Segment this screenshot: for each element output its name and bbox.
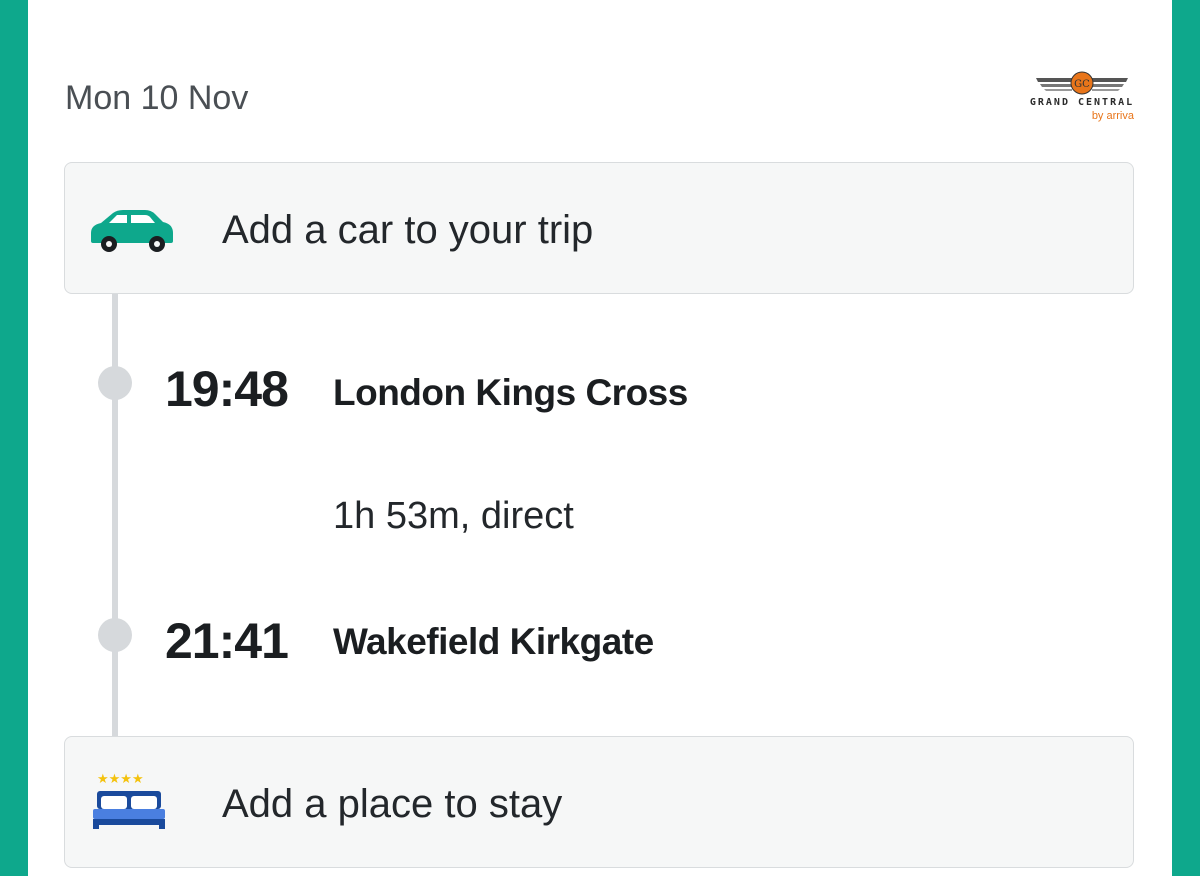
departure-dot	[98, 366, 132, 400]
departure-time: 19:48	[165, 361, 289, 417]
add-car-card[interactable]: Add a car to your trip	[64, 162, 1134, 294]
add-place-to-stay-label: Add a place to stay	[222, 782, 563, 826]
timeline-line	[112, 294, 118, 736]
operator-name: GRAND CENTRAL	[1029, 97, 1135, 108]
add-car-label: Add a car to your trip	[222, 208, 594, 252]
logo-monogram: GC	[1074, 79, 1090, 90]
grand-central-wings-icon: GC	[1036, 71, 1128, 95]
trip-date: Mon 10 Nov	[65, 79, 249, 117]
operator-sub: by arriva	[1091, 110, 1134, 122]
journey-summary: 1h 53m, direct	[333, 495, 574, 537]
trip-panel: Mon 10 Nov GC GRAND CENTRAL by arriva Ad…	[28, 0, 1172, 876]
arrival-time: 21:41	[165, 613, 289, 669]
car-icon	[91, 210, 173, 252]
departure-station: London Kings Cross	[333, 372, 688, 413]
bed-icon: ★★★★	[93, 772, 165, 829]
arrival-station: Wakefield Kirkgate	[333, 621, 654, 662]
arrival-dot	[98, 618, 132, 652]
hotel-stars: ★★★★	[97, 772, 144, 787]
operator-logo: GC GRAND CENTRAL by arriva	[1024, 70, 1140, 126]
add-place-to-stay-card[interactable]: ★★★★ Add a place to stay	[64, 736, 1134, 868]
